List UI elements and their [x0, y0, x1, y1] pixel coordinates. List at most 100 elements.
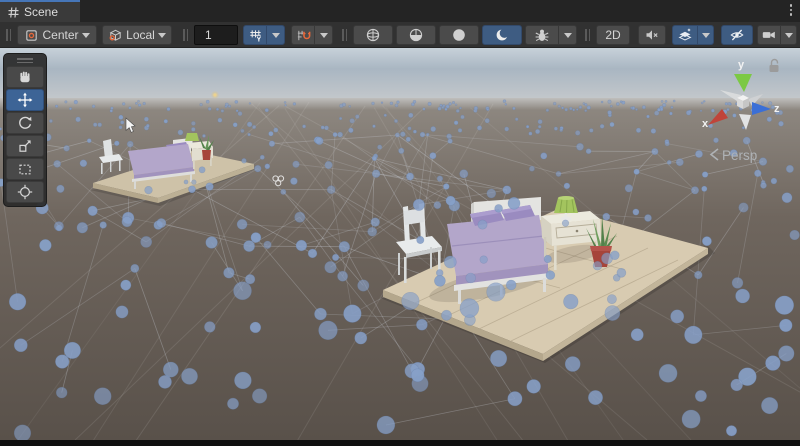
light-probe[interactable]: [444, 256, 456, 268]
light-probe[interactable]: [342, 103, 345, 106]
light-probe[interactable]: [250, 322, 261, 333]
light-probe[interactable]: [644, 214, 651, 221]
light-probe[interactable]: [665, 100, 667, 102]
light-probe[interactable]: [167, 107, 170, 110]
light-probe[interactable]: [406, 173, 413, 180]
light-probe[interactable]: [252, 389, 267, 404]
light-probe[interactable]: [138, 104, 141, 107]
increment-snap-toggle[interactable]: [291, 25, 315, 45]
light-probe[interactable]: [204, 321, 215, 332]
light-probe[interactable]: [671, 106, 673, 108]
light-probe[interactable]: [92, 105, 95, 108]
light-probe[interactable]: [373, 125, 376, 128]
scene-camera-dropdown[interactable]: [780, 25, 797, 45]
light-probe[interactable]: [459, 107, 461, 109]
light-probe[interactable]: [338, 271, 348, 281]
light-probe[interactable]: [238, 111, 242, 115]
light-probe[interactable]: [454, 121, 458, 125]
scene-effects-dropdown[interactable]: [697, 25, 714, 45]
light-probe[interactable]: [296, 240, 307, 251]
light-probe[interactable]: [164, 119, 168, 123]
light-probe[interactable]: [76, 117, 81, 122]
light-probe[interactable]: [455, 104, 457, 106]
light-probe[interactable]: [290, 178, 297, 185]
light-probe[interactable]: [526, 125, 529, 128]
light-probe[interactable]: [202, 134, 205, 137]
light-probe[interactable]: [460, 299, 479, 318]
light-probe[interactable]: [487, 189, 496, 198]
light-probe[interactable]: [538, 125, 541, 128]
light-probe[interactable]: [565, 108, 568, 111]
light-probe[interactable]: [673, 100, 675, 102]
light-probe[interactable]: [446, 196, 456, 206]
light-probe[interactable]: [54, 221, 63, 230]
light-probe[interactable]: [227, 398, 238, 409]
light-probe[interactable]: [248, 133, 251, 136]
light-probe[interactable]: [127, 141, 133, 147]
light-probe[interactable]: [733, 114, 737, 118]
move-tool-button[interactable]: [6, 89, 44, 111]
light-probe[interactable]: [348, 128, 353, 133]
light-probe[interactable]: [617, 268, 626, 277]
scene-camera-button[interactable]: [757, 25, 781, 45]
light-probe[interactable]: [586, 149, 591, 154]
light-probe[interactable]: [702, 172, 708, 178]
light-probe[interactable]: [192, 180, 197, 185]
light-probe[interactable]: [285, 104, 287, 106]
light-probe[interactable]: [701, 102, 703, 104]
light-probe[interactable]: [728, 102, 731, 105]
light-probe[interactable]: [402, 292, 420, 310]
light-probe[interactable]: [69, 107, 71, 109]
light-probe[interactable]: [237, 219, 247, 229]
light-probe[interactable]: [377, 145, 382, 150]
light-probe[interactable]: [221, 109, 224, 112]
light-probe[interactable]: [761, 102, 763, 104]
light-probe[interactable]: [654, 111, 659, 116]
light-probe[interactable]: [252, 125, 256, 129]
light-probe[interactable]: [119, 126, 122, 129]
snap-increment-field[interactable]: [194, 25, 238, 45]
light-probe[interactable]: [458, 128, 462, 132]
light-probe[interactable]: [395, 133, 400, 138]
light-probe[interactable]: [564, 183, 570, 189]
light-probe[interactable]: [588, 390, 602, 404]
light-probe[interactable]: [120, 121, 124, 125]
light-probe[interactable]: [416, 319, 427, 330]
light-probe[interactable]: [446, 105, 449, 108]
light-probe[interactable]: [114, 141, 119, 146]
light-probe[interactable]: [206, 237, 218, 249]
debug-draw-mode-dropdown[interactable]: [558, 25, 577, 45]
light-probe[interactable]: [355, 332, 367, 344]
rotate-tool-button[interactable]: [6, 112, 44, 134]
light-probe[interactable]: [355, 115, 359, 119]
light-probe[interactable]: [93, 123, 97, 127]
light-probe[interactable]: [562, 220, 569, 227]
light-probe[interactable]: [144, 117, 148, 121]
light-probe[interactable]: [94, 388, 111, 405]
light-probe[interactable]: [633, 209, 639, 215]
light-probe[interactable]: [14, 425, 31, 440]
light-probe[interactable]: [579, 106, 582, 109]
light-probe[interactable]: [452, 101, 455, 104]
light-probe[interactable]: [603, 213, 610, 220]
light-probe[interactable]: [372, 156, 377, 161]
light-probe[interactable]: [630, 107, 632, 109]
light-probe[interactable]: [228, 105, 231, 108]
light-probe[interactable]: [77, 222, 88, 233]
light-probe[interactable]: [39, 239, 51, 251]
light-probe[interactable]: [607, 295, 616, 304]
light-probe[interactable]: [131, 264, 139, 272]
light-probe[interactable]: [659, 364, 677, 382]
light-probe[interactable]: [431, 126, 436, 131]
light-probe[interactable]: [505, 127, 509, 131]
light-probe[interactable]: [760, 182, 766, 188]
light-probe[interactable]: [438, 107, 442, 111]
light-probe[interactable]: [0, 128, 2, 131]
tab-scene[interactable]: Scene: [0, 0, 80, 22]
light-probe[interactable]: [9, 293, 26, 310]
light-probe[interactable]: [218, 118, 222, 122]
light-probe[interactable]: [608, 110, 612, 114]
light-probe[interactable]: [321, 126, 324, 129]
light-probe[interactable]: [634, 169, 640, 175]
light-probe[interactable]: [761, 397, 777, 413]
